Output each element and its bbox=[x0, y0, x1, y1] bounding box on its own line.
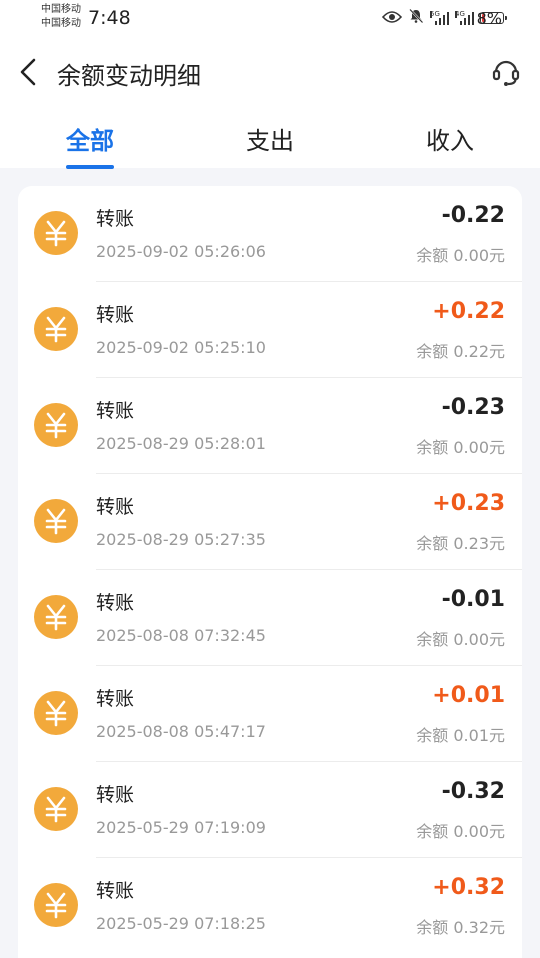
transaction-row[interactable]: 转账 2025-08-29 05:28:01 -0.23 余额 0.00元 bbox=[18, 378, 522, 474]
transaction-amount: +0.22 bbox=[432, 299, 505, 324]
transaction-time: 2025-09-02 05:25:10 bbox=[96, 338, 266, 357]
tab-expense[interactable]: 支出 bbox=[246, 121, 294, 156]
signal-5g-icon: 5G bbox=[430, 11, 449, 25]
yuan-coin-icon bbox=[34, 499, 78, 543]
transaction-balance: 余额 0.22元 bbox=[416, 342, 505, 361]
transaction-list: 转账 2025-09-02 05:26:06 -0.22 余额 0.00元 转账… bbox=[18, 186, 522, 958]
status-bar: 中国移动 中国移动 7:48 5G 4G bbox=[0, 0, 540, 36]
transaction-row[interactable]: 转账 2025-05-29 07:19:09 -0.32 余额 0.00元 bbox=[18, 762, 522, 858]
headset-icon bbox=[492, 60, 520, 86]
battery-percent: 8% bbox=[476, 9, 502, 28]
transaction-amount: +0.32 bbox=[432, 875, 505, 900]
transaction-row[interactable]: 转账 2025-09-02 05:25:10 +0.22 余额 0.22元 bbox=[18, 282, 522, 378]
yuan-coin-icon bbox=[34, 211, 78, 255]
chevron-left-icon bbox=[20, 58, 36, 86]
transaction-row[interactable]: 转账 2025-08-08 05:47:17 +0.01 余额 0.01元 bbox=[18, 666, 522, 762]
transaction-balance: 余额 0.00元 bbox=[416, 438, 505, 457]
transaction-time: 2025-05-29 07:19:09 bbox=[96, 818, 266, 837]
transaction-amount: -0.22 bbox=[441, 203, 505, 228]
transaction-row[interactable]: 转账 2025-08-29 05:27:35 +0.23 余额 0.23元 bbox=[18, 474, 522, 570]
transaction-time: 2025-08-08 07:32:45 bbox=[96, 626, 266, 645]
tab-all[interactable]: 全部 bbox=[66, 121, 114, 156]
carrier-2: 中国移动 bbox=[41, 18, 81, 29]
back-button[interactable] bbox=[16, 56, 44, 88]
yuan-coin-icon bbox=[34, 403, 78, 447]
transaction-balance: 余额 0.00元 bbox=[416, 630, 505, 649]
mute-bell-icon bbox=[408, 8, 424, 28]
page-title: 余额变动明细 bbox=[57, 62, 201, 90]
transaction-time: 2025-08-29 05:28:01 bbox=[96, 434, 266, 453]
transaction-title: 转账 bbox=[96, 400, 135, 422]
transaction-balance: 余额 0.23元 bbox=[416, 534, 505, 553]
transaction-amount: +0.01 bbox=[432, 683, 505, 708]
transaction-title: 转账 bbox=[96, 496, 135, 518]
tab-bar: 全部 支出 收入 bbox=[0, 108, 540, 169]
signal-4g-icon: 4G bbox=[455, 11, 474, 25]
transaction-time: 2025-08-29 05:27:35 bbox=[96, 530, 266, 549]
transaction-title: 转账 bbox=[96, 784, 135, 806]
yuan-coin-icon bbox=[34, 787, 78, 831]
transaction-time: 2025-09-02 05:26:06 bbox=[96, 242, 266, 261]
transaction-title: 转账 bbox=[96, 592, 135, 614]
yuan-coin-icon bbox=[34, 691, 78, 735]
transaction-time: 2025-08-08 05:47:17 bbox=[96, 722, 266, 741]
transaction-balance: 余额 0.00元 bbox=[416, 822, 505, 841]
customer-service-button[interactable] bbox=[490, 56, 522, 88]
eye-icon bbox=[381, 9, 403, 28]
yuan-coin-icon bbox=[34, 307, 78, 351]
transaction-title: 转账 bbox=[96, 688, 135, 710]
transaction-balance: 余额 0.01元 bbox=[416, 726, 505, 745]
transaction-title: 转账 bbox=[96, 880, 135, 902]
active-tab-indicator bbox=[66, 165, 114, 169]
carrier-1: 中国移动 bbox=[41, 4, 81, 15]
transaction-row[interactable]: 转账 2025-08-08 07:32:45 -0.01 余额 0.00元 bbox=[18, 570, 522, 666]
tab-income[interactable]: 收入 bbox=[426, 121, 474, 156]
yuan-coin-icon bbox=[34, 883, 78, 927]
transaction-title: 转账 bbox=[96, 208, 135, 230]
transaction-balance: 余额 0.00元 bbox=[416, 246, 505, 265]
page-header: 余额变动明细 bbox=[0, 36, 540, 108]
transaction-amount: -0.32 bbox=[441, 779, 505, 804]
status-time: 7:48 bbox=[88, 7, 131, 29]
transaction-balance: 余额 0.32元 bbox=[416, 918, 505, 937]
transaction-amount: -0.23 bbox=[441, 395, 505, 420]
yuan-coin-icon bbox=[34, 595, 78, 639]
transaction-amount: -0.01 bbox=[441, 587, 505, 612]
transaction-row[interactable]: 转账 2025-05-29 07:18:25 +0.32 余额 0.32元 bbox=[18, 858, 522, 954]
carrier-label: 中国移动 中国移动 bbox=[41, 3, 81, 31]
transaction-title: 转账 bbox=[96, 304, 135, 326]
transaction-amount: +0.23 bbox=[432, 491, 505, 516]
transaction-row[interactable]: 转账 2025-09-02 05:26:06 -0.22 余额 0.00元 bbox=[18, 186, 522, 282]
transaction-time: 2025-05-29 07:18:25 bbox=[96, 914, 266, 933]
